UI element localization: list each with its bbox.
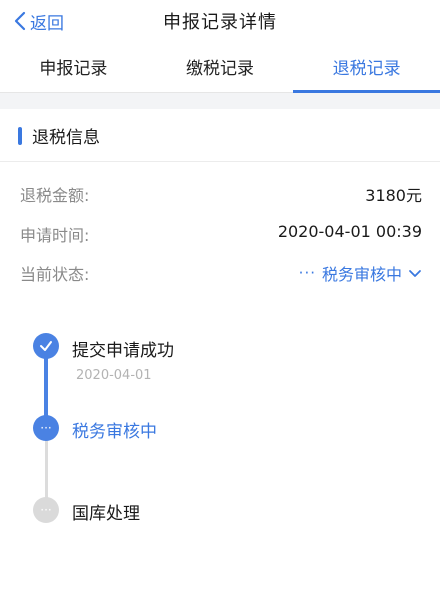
tab-payment-records[interactable]: 缴税记录 (147, 48, 294, 92)
section-divider (0, 93, 440, 109)
step-current-ellipsis-icon: ··· (33, 415, 59, 441)
apply-time-row: 申请时间: 2020-04-01 00:39 (0, 222, 440, 248)
step-pending-ellipsis-icon: ··· (33, 497, 59, 523)
step-treasury-title: 国库处理 (72, 504, 140, 524)
refund-amount-label: 退税金额: (20, 186, 90, 205)
refund-amount-value: 3180元 (365, 186, 422, 205)
section-accent-bar (18, 127, 22, 145)
tab-refund-records[interactable]: 退税记录 (293, 48, 440, 93)
status-text: 税务审核中 (321, 265, 402, 284)
section-title: 退税信息 (32, 128, 100, 148)
check-icon (33, 333, 59, 359)
page-title: 申报记录详情 (163, 12, 277, 33)
chevron-down-icon (408, 264, 422, 283)
step-submit-date: 2020-04-01 (76, 368, 152, 383)
record-tabs: 申报记录 缴税记录 退税记录 (0, 48, 440, 93)
tab-declare-records[interactable]: 申报记录 (0, 48, 147, 92)
step-submit-title: 提交申请成功 (72, 341, 174, 361)
current-status-value[interactable]: ··· 税务审核中 (299, 261, 422, 285)
apply-time-label: 申请时间: (20, 226, 90, 245)
ellipsis-icon: ··· (298, 264, 316, 282)
apply-time-value: 2020-04-01 00:39 (277, 222, 422, 241)
refund-info-header: 退税信息 (0, 109, 440, 162)
step-review-title: 税务审核中 (72, 422, 157, 442)
current-status-label: 当前状态: (20, 265, 90, 284)
nav-bar: 返回 申报记录详情 (0, 0, 440, 42)
refund-amount-row: 退税金额: 3180元 (0, 182, 440, 208)
current-status-row: 当前状态: ··· 税务审核中 (0, 261, 440, 287)
